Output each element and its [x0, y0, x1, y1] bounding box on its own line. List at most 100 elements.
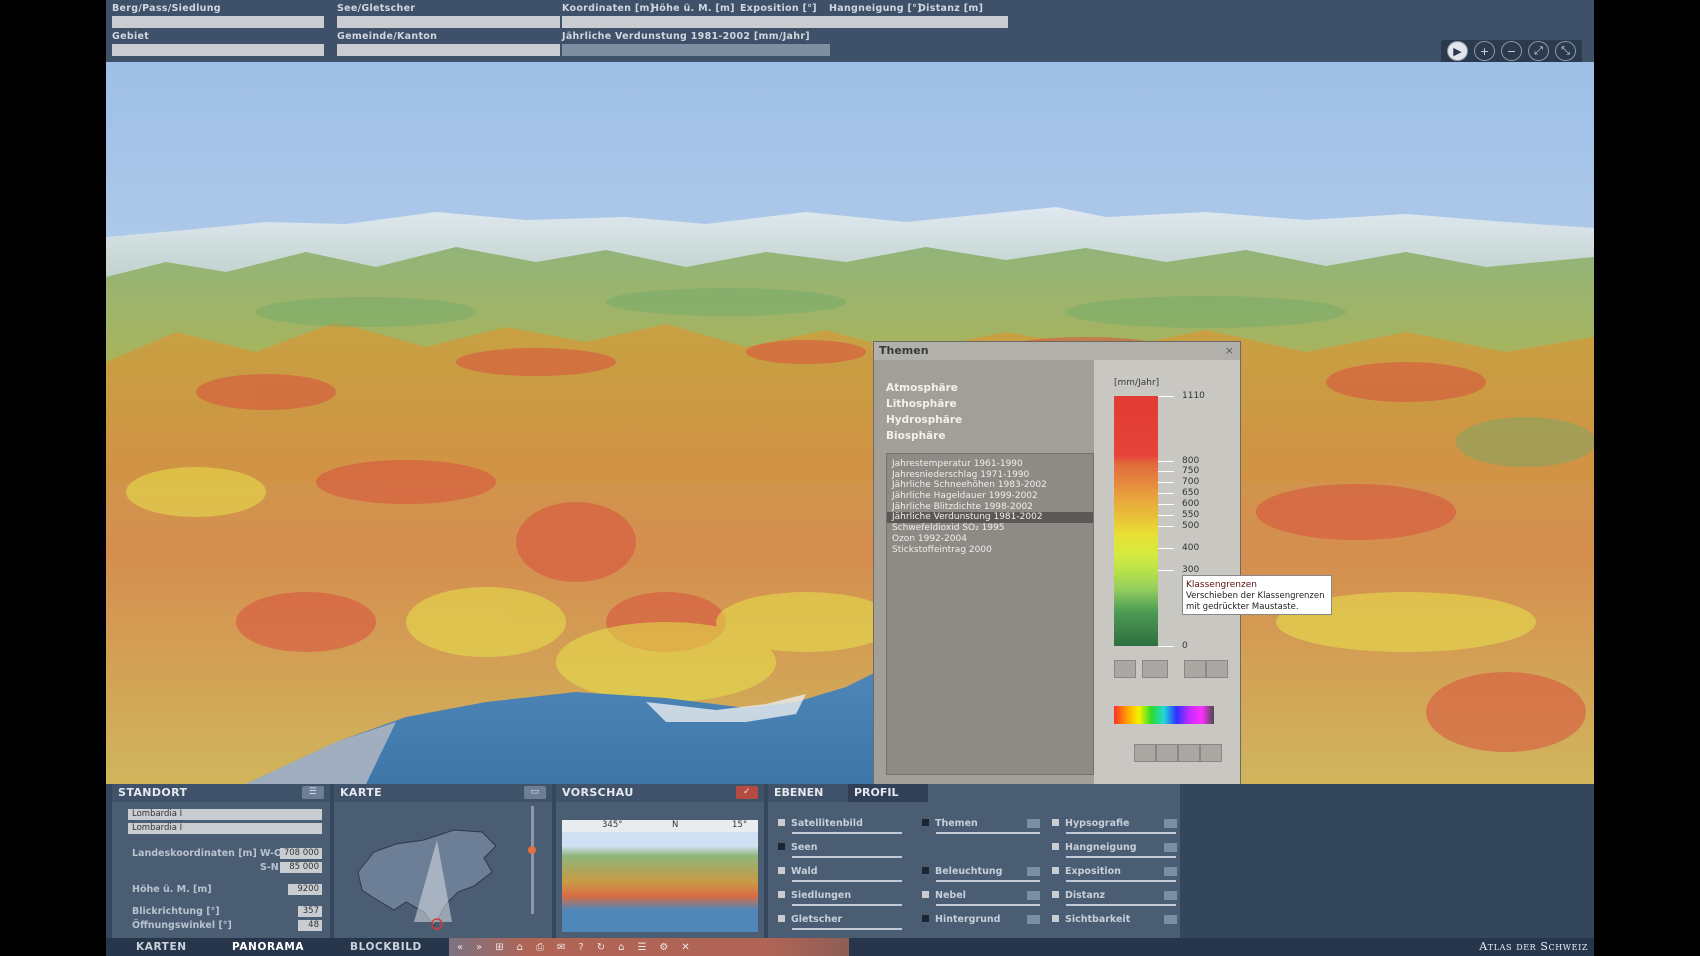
help-icon[interactable]: ?	[578, 942, 583, 953]
layer-wald[interactable]: Wald	[778, 866, 818, 877]
legend-panel: [mm/Jahr] 1110 800 750 700 650 600 550 5…	[1094, 360, 1240, 784]
sphere-atmosphaere[interactable]: Atmosphäre	[886, 380, 962, 396]
mail-icon[interactable]: ✉	[557, 942, 565, 953]
legend-tick[interactable]	[1158, 482, 1174, 483]
wo-field[interactable]: 708 000	[280, 848, 322, 859]
themen-item[interactable]: Stickstoffeintrag 2000	[887, 545, 1093, 556]
legend-tick[interactable]	[1158, 515, 1174, 516]
direction-field[interactable]: 357	[298, 906, 322, 917]
field-gemeinde: Gemeinde/Kanton	[337, 30, 560, 56]
layer-satellitenbild[interactable]: Satellitenbild	[778, 818, 863, 829]
color-spectrum[interactable]	[1114, 706, 1214, 724]
layer-exposition[interactable]: Exposition	[1052, 866, 1121, 877]
themen-item[interactable]: Jährliche Blitzdichte 1998-2002	[887, 502, 1093, 513]
overview-map[interactable]	[334, 802, 552, 938]
legend-tick[interactable]	[1158, 548, 1174, 549]
preview-thumbnail[interactable]	[562, 832, 758, 932]
layer-hypsografie[interactable]: Hypsografie	[1052, 818, 1130, 829]
themen-item[interactable]: Ozon 1992-2004	[887, 534, 1093, 545]
histogram-alt-icon[interactable]	[1206, 660, 1228, 678]
layer-themen[interactable]: Themen	[922, 818, 978, 829]
panorama-view[interactable]	[106, 62, 1594, 784]
settings-icon[interactable]	[1164, 867, 1177, 876]
settings-icon[interactable]	[1164, 843, 1177, 852]
layers-icon[interactable]: ⊞	[495, 942, 503, 953]
back-icon[interactable]: «	[457, 942, 463, 953]
refresh-icon[interactable]: ↻	[597, 942, 605, 953]
height-field[interactable]: 9200	[288, 884, 322, 895]
tab-panorama[interactable]: PANORAMA	[232, 938, 304, 956]
collapse-icon[interactable]: ⤡	[1555, 41, 1576, 61]
settings-icon[interactable]	[1027, 915, 1040, 924]
home-icon[interactable]: ⌂	[618, 942, 624, 953]
forward-icon[interactable]: »	[476, 942, 482, 953]
layer-sichtbarkeit[interactable]: Sichtbarkeit	[1052, 914, 1130, 925]
layer-nebel[interactable]: Nebel	[922, 890, 966, 901]
map-icon[interactable]: ▭	[524, 786, 546, 799]
legend-tick[interactable]	[1158, 646, 1174, 647]
layer-hangneigung[interactable]: Hangneigung	[1052, 842, 1137, 853]
settings-icon[interactable]: ⚙	[659, 942, 668, 953]
layer-beleuchtung[interactable]: Beleuchtung	[922, 866, 1002, 877]
tab-blockbild[interactable]: BLOCKBILD	[350, 938, 422, 956]
sphere-biosphaere[interactable]: Biosphäre	[886, 428, 962, 444]
themen-item-selected[interactable]: Jährliche Verdunstung 1981-2002	[887, 512, 1093, 524]
legend-tick[interactable]	[1158, 493, 1174, 494]
sn-field[interactable]: 85 000	[280, 862, 322, 873]
sphere-hydrosphaere[interactable]: Hydrosphäre	[886, 412, 962, 428]
settings-icon[interactable]	[1027, 891, 1040, 900]
settings-icon[interactable]	[1164, 819, 1177, 828]
tool-icon[interactable]	[1200, 744, 1222, 762]
zoom-slider-handle[interactable]	[528, 846, 536, 854]
dropdown-icon[interactable]	[1027, 819, 1040, 828]
settings-icon[interactable]	[1164, 915, 1177, 924]
layer-distanz[interactable]: Distanz	[1052, 890, 1105, 901]
themen-item[interactable]: Schwefeldioxid SO₂ 1995	[887, 523, 1093, 534]
zoom-in-icon[interactable]: +	[1474, 41, 1495, 61]
list-icon[interactable]: ☰	[302, 786, 324, 799]
angle-field[interactable]: 48	[298, 920, 322, 931]
settings-icon[interactable]	[1164, 891, 1177, 900]
layer-siedlungen[interactable]: Siedlungen	[778, 890, 851, 901]
themen-header[interactable]: Themen ×	[874, 342, 1240, 360]
layer-gletscher[interactable]: Gletscher	[778, 914, 842, 925]
tab-karten[interactable]: KARTEN	[136, 938, 187, 956]
tab-ebenen[interactable]: EBENEN	[768, 784, 848, 802]
sphere-lithosphaere[interactable]: Lithosphäre	[886, 396, 962, 412]
zoom-out-icon[interactable]: −	[1501, 41, 1522, 61]
standort-select-2[interactable]: Lombardia I	[128, 823, 322, 834]
print-icon[interactable]: ⎙	[536, 942, 544, 953]
legend-tick[interactable]	[1158, 396, 1174, 397]
legend-color-bar[interactable]	[1114, 396, 1158, 646]
expand-icon[interactable]: ⤢	[1528, 41, 1549, 61]
themen-item[interactable]: Jahrestemperatur 1961-1990	[887, 459, 1093, 470]
layer-seen[interactable]: Seen	[778, 842, 818, 853]
close-icon[interactable]: ×	[1225, 342, 1234, 360]
tool-icon[interactable]	[1178, 744, 1200, 762]
tool-icon[interactable]	[1134, 744, 1156, 762]
play-icon[interactable]: ▶	[1447, 41, 1468, 61]
standort-select-1[interactable]: Lombardia I	[128, 809, 322, 820]
close-icon[interactable]: ✕	[681, 942, 689, 953]
check-icon[interactable]: ✓	[736, 786, 758, 799]
legend-tick[interactable]	[1158, 504, 1174, 505]
field-hoehe: Höhe ü. M. [m]	[651, 2, 740, 28]
tool-icon[interactable]	[1156, 744, 1178, 762]
legend-tick[interactable]	[1158, 461, 1174, 462]
lock-icon[interactable]: ⌂	[517, 942, 523, 953]
legend-tick[interactable]	[1158, 570, 1174, 571]
layer-hintergrund[interactable]: Hintergrund	[922, 914, 1000, 925]
themen-item[interactable]: Jährliche Hageldauer 1999-2002	[887, 491, 1093, 502]
themen-item[interactable]: Jahresniederschlag 1971-1990	[887, 470, 1093, 481]
list-icon[interactable]: ☰	[637, 942, 646, 953]
legend-tick[interactable]	[1158, 471, 1174, 472]
themen-list[interactable]: Jahrestemperatur 1961-1990 Jahresnieders…	[886, 453, 1094, 775]
themen-item[interactable]: Jährliche Schneehöhen 1983-2002	[887, 480, 1093, 491]
legend-tick[interactable]	[1158, 526, 1174, 527]
tab-profil[interactable]: PROFIL	[848, 784, 928, 802]
histogram-icon[interactable]	[1184, 660, 1206, 678]
settings-icon[interactable]	[1027, 867, 1040, 876]
legend-classes-icon[interactable]	[1142, 660, 1168, 678]
legend-mode-icon[interactable]	[1114, 660, 1136, 678]
standort-header: STANDORT ☰	[112, 784, 330, 802]
